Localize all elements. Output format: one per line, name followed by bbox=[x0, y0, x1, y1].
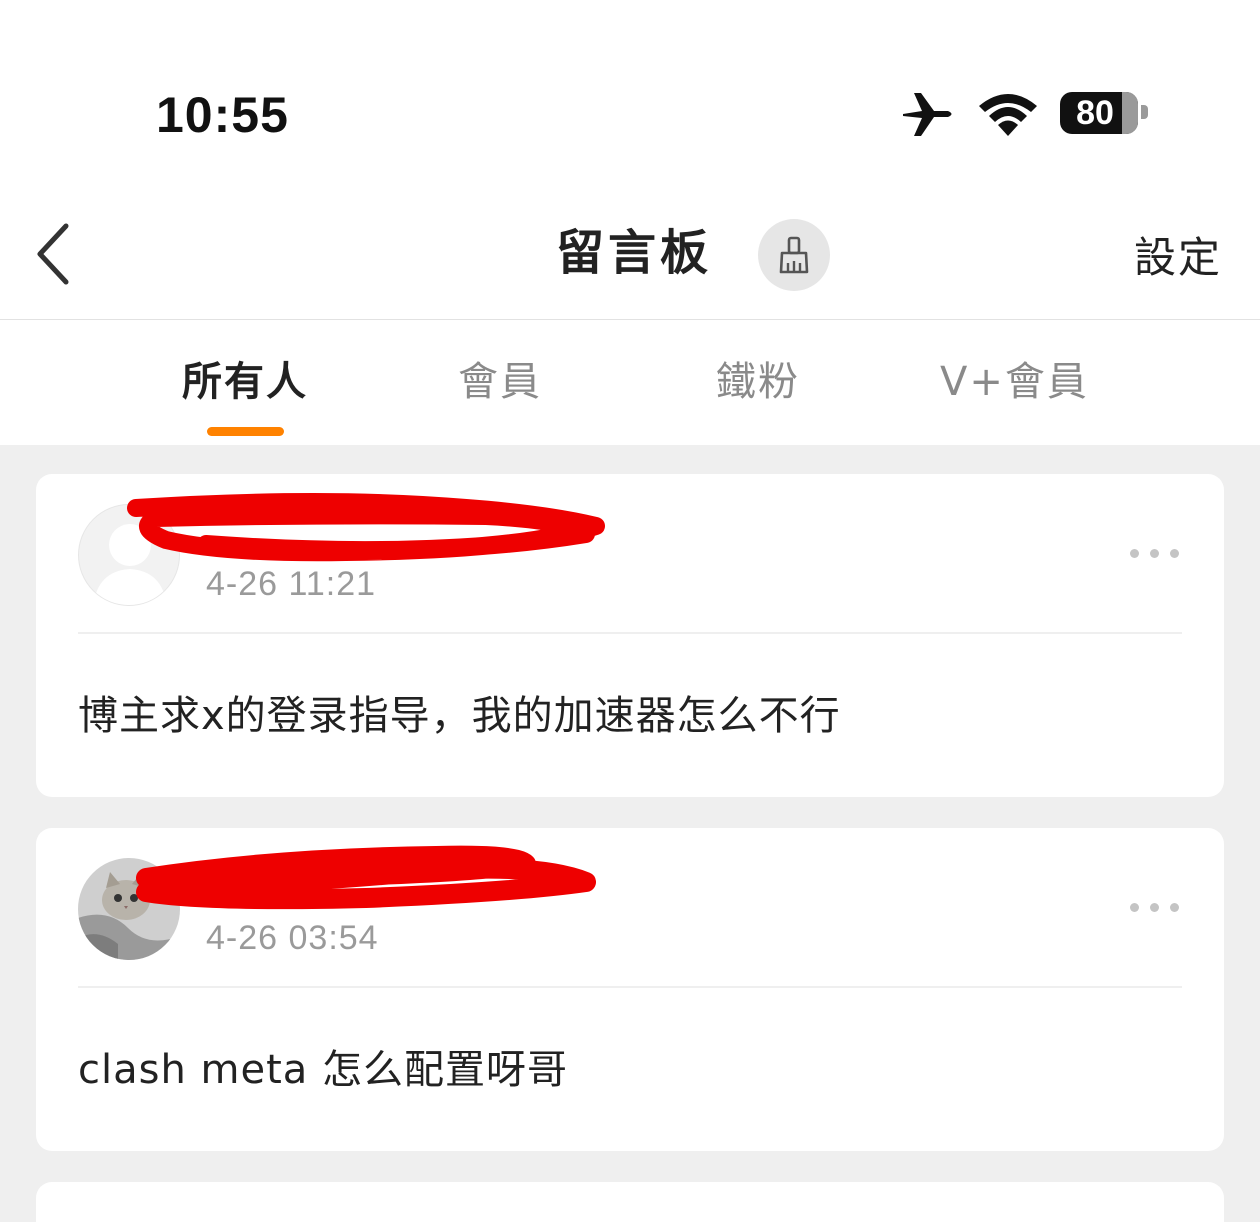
post-timestamp: 4-26 03:54 bbox=[206, 919, 379, 957]
active-tab-indicator bbox=[207, 427, 284, 436]
nav-divider bbox=[0, 319, 1260, 320]
wifi-icon bbox=[979, 94, 1037, 136]
post-card: 4-26 03:54 clash meta 怎么配置呀哥 bbox=[36, 828, 1224, 1151]
settings-button[interactable]: 設定 bbox=[1134, 228, 1222, 288]
back-chevron-icon bbox=[37, 223, 69, 285]
tab-everyone[interactable]: 所有人 bbox=[170, 352, 320, 412]
more-options-button[interactable] bbox=[1126, 898, 1186, 918]
battery-icon: 80 bbox=[1060, 92, 1138, 134]
battery-nub bbox=[1141, 105, 1148, 119]
post-card-partial bbox=[36, 1182, 1224, 1222]
page-title: 留言板 bbox=[556, 225, 713, 281]
tab-vplus-members[interactable]: V+會員 bbox=[932, 352, 1097, 412]
header-area: 10:55 80 留言板 設定 所有人 會員 鐵粉 V+會員 bbox=[0, 0, 1260, 445]
card-divider bbox=[78, 632, 1182, 634]
back-button[interactable] bbox=[30, 222, 80, 286]
status-time: 10:55 bbox=[156, 87, 289, 143]
battery-level: 80 bbox=[1076, 94, 1114, 132]
more-options-button[interactable] bbox=[1126, 544, 1186, 564]
post-card: 4-26 11:21 博主求x的登录指导，我的加速器怎么不行 bbox=[36, 474, 1224, 797]
post-timestamp: 4-26 11:21 bbox=[206, 565, 377, 603]
card-divider bbox=[78, 986, 1182, 988]
redaction-scribble bbox=[136, 845, 596, 910]
post-message: clash meta 怎么配置呀哥 bbox=[78, 1047, 569, 1093]
tab-members[interactable]: 會員 bbox=[430, 352, 570, 412]
broom-icon bbox=[779, 236, 809, 274]
redaction-scribble bbox=[127, 493, 605, 562]
post-message: 博主求x的登录指导，我的加速器怎么不行 bbox=[78, 693, 841, 739]
airplane-mode-icon bbox=[903, 93, 952, 136]
clear-button[interactable] bbox=[758, 219, 830, 291]
tab-fans[interactable]: 鐵粉 bbox=[688, 352, 828, 412]
